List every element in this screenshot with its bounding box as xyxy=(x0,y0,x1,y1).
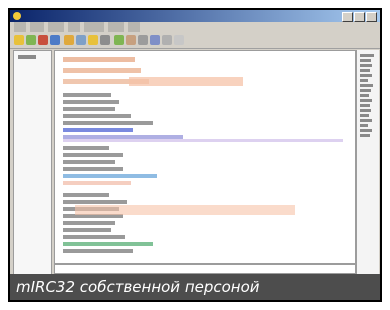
caption-text: mIRC32 собственной персоной xyxy=(16,278,260,296)
options-icon[interactable] xyxy=(26,35,36,45)
chat-line xyxy=(63,68,141,73)
toolbar xyxy=(10,32,380,49)
nick-item[interactable] xyxy=(360,59,371,62)
url-icon[interactable] xyxy=(114,35,124,45)
app-icon xyxy=(13,12,21,20)
chat-line xyxy=(63,228,111,232)
nick-item[interactable] xyxy=(360,54,374,57)
nick-item[interactable] xyxy=(360,74,372,77)
nick-item[interactable] xyxy=(360,89,371,92)
treebar-item[interactable] xyxy=(18,55,36,59)
connect-icon[interactable] xyxy=(14,35,24,45)
menu-item-help[interactable] xyxy=(128,22,140,32)
nick-item[interactable] xyxy=(360,94,369,97)
nick-item[interactable] xyxy=(360,84,373,87)
nick-item[interactable] xyxy=(360,119,372,122)
chat-line xyxy=(63,221,115,225)
menu-item-commands[interactable] xyxy=(84,22,104,32)
nick-item[interactable] xyxy=(360,134,370,137)
chat-line xyxy=(63,153,123,157)
chat-line xyxy=(63,181,131,185)
nick-item[interactable] xyxy=(360,129,372,132)
chat-line xyxy=(63,107,115,111)
menu-item-tools[interactable] xyxy=(68,22,80,32)
nick-item[interactable] xyxy=(360,109,371,112)
channels-icon[interactable] xyxy=(38,35,48,45)
colors-icon[interactable] xyxy=(138,35,148,45)
nick-list xyxy=(356,50,379,274)
chat-line xyxy=(63,139,343,142)
nick-item[interactable] xyxy=(360,99,372,102)
close-button[interactable] xyxy=(366,12,377,22)
tile-icon[interactable] xyxy=(150,35,160,45)
treebar xyxy=(13,50,52,274)
menu-bar xyxy=(10,22,380,32)
dcc-icon[interactable] xyxy=(100,35,110,45)
menu-item-view[interactable] xyxy=(30,22,44,32)
send-file-icon[interactable] xyxy=(64,35,74,45)
screenshot-caption: mIRC32 собственной персоной xyxy=(10,274,380,300)
chat-line xyxy=(63,193,109,197)
minimize-button[interactable] xyxy=(342,12,353,22)
nick-item[interactable] xyxy=(360,69,370,72)
message-input[interactable] xyxy=(54,264,356,274)
highlight-line xyxy=(129,77,243,86)
chat-line xyxy=(63,160,115,164)
chat-line xyxy=(63,146,109,150)
chat-line xyxy=(63,174,157,178)
scripts-icon[interactable] xyxy=(126,35,136,45)
chat-line xyxy=(63,93,111,97)
nick-item[interactable] xyxy=(360,104,370,107)
nick-item[interactable] xyxy=(360,64,372,67)
menu-item-favorites[interactable] xyxy=(48,22,64,32)
maximize-button[interactable] xyxy=(354,12,365,22)
chat-line xyxy=(63,128,133,132)
chat-line xyxy=(63,249,133,253)
address-book-icon[interactable] xyxy=(50,35,60,45)
mirc-window xyxy=(10,10,380,274)
help-icon[interactable] xyxy=(174,35,184,45)
notify-icon[interactable] xyxy=(88,35,98,45)
chat-line xyxy=(63,121,153,125)
chat-line xyxy=(63,200,127,204)
nick-item[interactable] xyxy=(360,79,368,82)
highlight-line xyxy=(75,205,295,215)
chat-line xyxy=(63,167,123,171)
chat-line xyxy=(63,100,119,104)
chat-line xyxy=(63,235,125,239)
chat-line xyxy=(63,114,131,118)
chat-line xyxy=(63,57,135,62)
chat-line xyxy=(63,242,153,246)
title-bar xyxy=(10,10,380,22)
nick-item[interactable] xyxy=(360,124,368,127)
cascade-icon[interactable] xyxy=(162,35,172,45)
chat-icon[interactable] xyxy=(76,35,86,45)
menu-item-file[interactable] xyxy=(14,22,26,32)
screenshot-frame: mIRC32 собственной персоной xyxy=(8,8,382,302)
menu-item-window[interactable] xyxy=(108,22,124,32)
nick-item[interactable] xyxy=(360,114,369,117)
chat-window xyxy=(54,50,356,264)
